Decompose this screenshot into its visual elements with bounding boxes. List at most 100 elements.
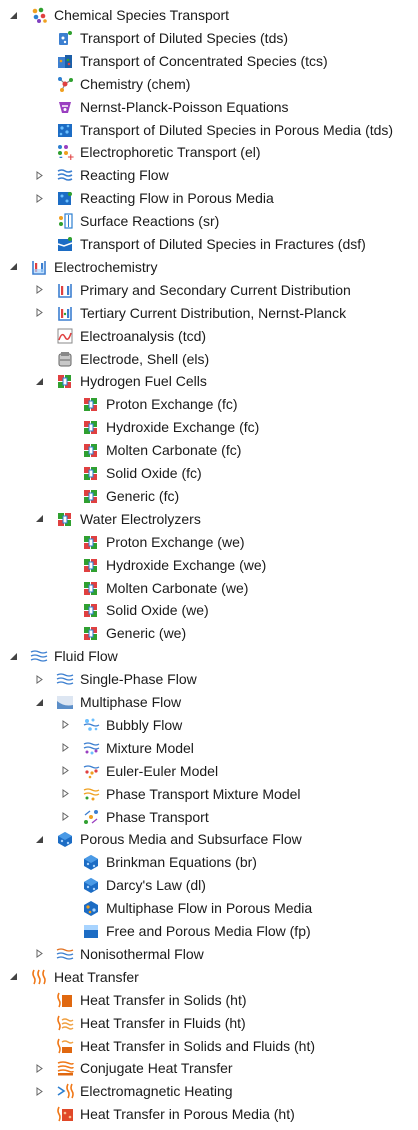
tree-item[interactable]: Nonisothermal Flow (0, 943, 418, 965)
tree-item[interactable]: Phase Transport Mixture Model (0, 783, 418, 805)
expand-arrow-icon[interactable] (34, 834, 44, 844)
chemical-species-icon (30, 6, 48, 24)
tree-item-label: Free and Porous Media Flow (fp) (106, 923, 311, 939)
tree-item[interactable]: Hydrogen Fuel Cells (0, 370, 418, 392)
expand-arrow-icon[interactable] (34, 514, 44, 524)
expand-arrow-icon[interactable] (8, 972, 18, 982)
tree-item[interactable]: Multiphase Flow in Porous Media (0, 897, 418, 919)
heat-porous-icon (56, 1105, 74, 1123)
electrolyzer-icon (82, 624, 100, 642)
tree-item-label: Heat Transfer in Solids (ht) (80, 991, 247, 1008)
tree-item[interactable]: Free and Porous Media Flow (fp) (0, 920, 418, 942)
collapse-arrow-icon[interactable] (34, 193, 44, 203)
tree-item[interactable]: Surface Reactions (sr) (0, 210, 418, 232)
svg-text:-: - (59, 153, 63, 161)
collapse-arrow-icon[interactable] (34, 674, 44, 684)
collapse-arrow-icon[interactable] (60, 720, 70, 730)
tree-item[interactable]: Transport of Diluted Species in Porous M… (0, 119, 418, 141)
collapse-arrow-icon[interactable] (34, 170, 44, 180)
expand-arrow-icon[interactable] (8, 262, 18, 272)
tree-item[interactable]: Single-Phase Flow (0, 668, 418, 690)
tree-item[interactable]: Electrode, Shell (els) (0, 348, 418, 370)
tree-item[interactable]: Conjugate Heat Transfer (0, 1057, 418, 1079)
tree-item[interactable]: Transport of Diluted Species (tds) (0, 27, 418, 49)
tree-item[interactable]: Tertiary Current Distribution, Nernst-Pl… (0, 302, 418, 324)
tree-item-label: Transport of Diluted Species in Porous M… (80, 121, 394, 138)
tree-item[interactable]: Mixture Model (0, 737, 418, 759)
electroanalysis-icon (56, 327, 74, 345)
tree-item[interactable]: Electrochemistry (0, 256, 418, 278)
tree-item[interactable]: Hydroxide Exchange (we) (0, 554, 418, 576)
diluted-species-icon (56, 29, 74, 47)
collapse-arrow-icon[interactable] (34, 308, 44, 318)
expand-arrow-icon[interactable] (8, 10, 18, 20)
tree-item[interactable]: Multiphase Flow (0, 691, 418, 713)
collapse-arrow-icon[interactable] (34, 285, 44, 295)
nonisothermal-flow-icon (56, 945, 74, 963)
tree-item[interactable]: Phase Transport (0, 806, 418, 828)
tertiary-current-icon (56, 304, 74, 322)
tree-item[interactable]: Proton Exchange (fc) (0, 393, 418, 415)
tree-item[interactable]: + - Electrophoretic Transport (el) (0, 141, 418, 163)
tree-item[interactable]: Molten Carbonate (we) (0, 577, 418, 599)
tree-item[interactable]: Reacting Flow (0, 164, 418, 186)
tree-item[interactable]: Porous Media and Subsurface Flow (0, 828, 418, 850)
tree-item[interactable]: Reacting Flow in Porous Media (0, 187, 418, 209)
tree-item[interactable]: Heat Transfer in Solids (ht) (0, 989, 418, 1011)
collapse-arrow-icon[interactable] (60, 789, 70, 799)
tree-item-label: Reacting Flow (80, 167, 169, 184)
expand-arrow-icon[interactable] (8, 651, 18, 661)
phase-transport-icon (82, 808, 100, 826)
expand-arrow-icon[interactable] (34, 697, 44, 707)
tree-item[interactable]: Water Electrolyzers (0, 508, 418, 530)
tree-item-label: Porous Media and Subsurface Flow (80, 831, 302, 848)
tree-item[interactable]: Solid Oxide (fc) (0, 462, 418, 484)
tree-item[interactable]: Heat Transfer in Fluids (ht) (0, 1012, 418, 1034)
tree-item[interactable]: Chemical Species Transport (0, 4, 418, 26)
tree-item[interactable]: Transport of Diluted Species in Fracture… (0, 233, 418, 255)
tree-item[interactable]: Fluid Flow (0, 645, 418, 667)
tree-item-label: Fluid Flow (54, 648, 118, 665)
tree-item[interactable]: Solid Oxide (we) (0, 599, 418, 621)
tree-item[interactable]: Bubbly Flow (0, 714, 418, 736)
tree-item[interactable]: Electroanalysis (tcd) (0, 325, 418, 347)
heat-solids-icon (56, 991, 74, 1009)
fuel-cell-icon (82, 395, 100, 413)
tree-item[interactable]: Primary and Secondary Current Distributi… (0, 279, 418, 301)
collapse-arrow-icon[interactable] (60, 743, 70, 753)
collapse-arrow-icon[interactable] (34, 1063, 44, 1073)
tree-item-label: Multiphase Flow in Porous Media (106, 900, 313, 917)
tree-item[interactable]: Euler-Euler Model (0, 760, 418, 782)
expand-arrow-icon[interactable] (34, 376, 44, 386)
porous-media-icon (82, 853, 100, 871)
tree-item[interactable]: Molten Carbonate (fc) (0, 439, 418, 461)
tree-item[interactable]: Heat Transfer in Porous Media (ht) (0, 1103, 418, 1125)
tree-item[interactable]: Heat Transfer in Solids and Fluids (ht) (0, 1035, 418, 1057)
tree-item[interactable]: Proton Exchange (we) (0, 531, 418, 553)
tree-item[interactable]: Chemistry (chem) (0, 73, 418, 95)
tree-item-label: Electrophoretic Transport (el) (80, 144, 261, 161)
tree-item[interactable]: Brinkman Equations (br) (0, 851, 418, 873)
tree-item-label: Transport of Diluted Species (tds) (80, 29, 289, 46)
tree-item[interactable]: Generic (fc) (0, 485, 418, 507)
tree-item[interactable]: Nernst-Planck-Poisson Equations (0, 96, 418, 118)
tree-item-label: Solid Oxide (fc) (106, 465, 202, 481)
conjugate-heat-icon (56, 1059, 74, 1077)
collapse-arrow-icon[interactable] (34, 1086, 44, 1096)
collapse-arrow-icon[interactable] (60, 812, 70, 822)
physics-tree: Chemical Species Transport Transport of D… (0, 0, 418, 1130)
tree-item[interactable]: Transport of Concentrated Species (tcs) (0, 50, 418, 72)
tree-item-label: Proton Exchange (fc) (106, 396, 238, 413)
tree-item-label: Phase Transport (106, 808, 209, 825)
collapse-arrow-icon[interactable] (34, 949, 44, 959)
tree-item[interactable]: Hydroxide Exchange (fc) (0, 416, 418, 438)
porous-media-icon (56, 830, 74, 848)
tree-item-label: Multiphase Flow (80, 694, 182, 710)
nernst-planck-icon (56, 98, 74, 116)
tree-item[interactable]: Generic (we) (0, 622, 418, 644)
tree-item[interactable]: Darcy's Law (dl) (0, 874, 418, 896)
tree-item[interactable]: Electromagnetic Heating (0, 1080, 418, 1102)
tree-item[interactable]: Heat Transfer (0, 966, 418, 988)
tree-item-label: Heat Transfer (54, 968, 139, 985)
collapse-arrow-icon[interactable] (60, 766, 70, 776)
